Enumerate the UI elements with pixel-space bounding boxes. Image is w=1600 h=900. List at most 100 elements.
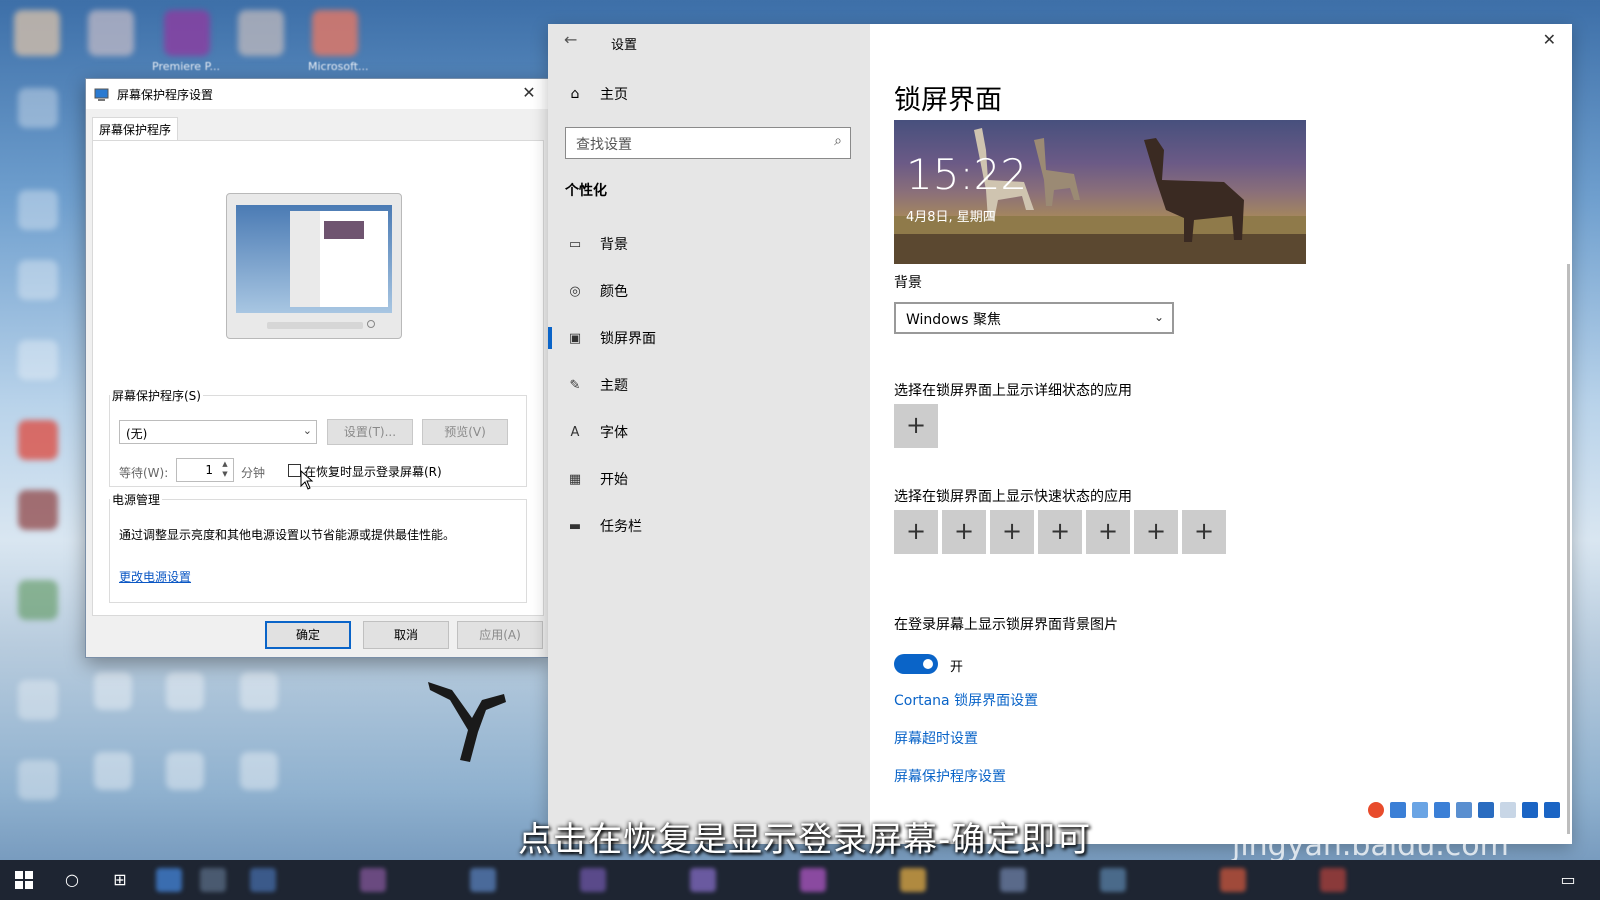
- taskbar-app-icon[interactable]: [1320, 868, 1346, 892]
- start-button[interactable]: [0, 860, 48, 900]
- nav-item-start[interactable]: ▦ 开始: [564, 464, 854, 494]
- change-power-settings-link[interactable]: 更改电源设置: [119, 568, 191, 585]
- monitor-preview-screen: [236, 205, 392, 313]
- add-quick-app-button[interactable]: +: [1086, 510, 1130, 554]
- app-tray-icon[interactable]: [1434, 802, 1450, 818]
- cancel-button[interactable]: 取消: [363, 621, 449, 649]
- taskbar-app-icon[interactable]: [360, 868, 386, 892]
- tab-screensaver[interactable]: 屏幕保护程序: [92, 117, 179, 141]
- screensaver-select[interactable]: (无) ⌄: [119, 420, 317, 444]
- lock-preview-time: 15:22: [906, 150, 1028, 199]
- task-view-icon[interactable]: ⊞: [96, 860, 144, 900]
- taskbar-app-icon[interactable]: [156, 868, 182, 892]
- desktop-icon[interactable]: [18, 340, 58, 380]
- taskbar-app-icon[interactable]: [1220, 868, 1246, 892]
- shirt-icon[interactable]: [1522, 802, 1538, 818]
- nav-item-fonts[interactable]: A 字体: [564, 417, 854, 447]
- nav-item-lock-screen[interactable]: ▣ 锁屏界面: [548, 323, 854, 353]
- app-tray-icon[interactable]: [1368, 802, 1384, 818]
- taskbar-icon: ▬: [568, 518, 582, 534]
- taskbar-app-icon[interactable]: [800, 868, 826, 892]
- search-input[interactable]: 查找设置 ⌕: [565, 127, 851, 159]
- picture-icon: ▭: [568, 236, 582, 252]
- grid-icon[interactable]: [1544, 802, 1560, 818]
- cortana-lock-settings-link[interactable]: Cortana 锁屏界面设置: [894, 690, 1038, 710]
- stepper-down-icon[interactable]: ▼: [218, 470, 232, 480]
- app-tray-icon[interactable]: [1412, 802, 1428, 818]
- taskbar-app-icon[interactable]: [250, 868, 276, 892]
- wait-unit: 分钟: [241, 466, 266, 480]
- user-icon[interactable]: [1500, 802, 1516, 818]
- taskbar-app-icon[interactable]: [580, 868, 606, 892]
- background-label: 背景: [894, 275, 922, 291]
- app-tray-icon[interactable]: [1456, 802, 1472, 818]
- desktop-icon[interactable]: [18, 490, 58, 530]
- desktop-icon[interactable]: [18, 760, 58, 800]
- wait-stepper[interactable]: 1 ▲ ▼: [176, 458, 234, 482]
- nav-item-background[interactable]: ▭ 背景: [564, 229, 854, 259]
- taskbar-app-icon[interactable]: [900, 868, 926, 892]
- desktop-icon[interactable]: [14, 10, 60, 56]
- ok-button[interactable]: 确定: [265, 621, 351, 649]
- screensaver-settings-link[interactable]: 屏幕保护程序设置: [894, 766, 1006, 786]
- desktop-icon[interactable]: [18, 680, 58, 720]
- search-icon[interactable]: ⌕: [834, 133, 842, 149]
- taskbar-app-icon[interactable]: [470, 868, 496, 892]
- show-bg-toggle[interactable]: [894, 654, 938, 674]
- palette-icon: ◎: [569, 283, 581, 299]
- desktop-icon[interactable]: [88, 10, 134, 56]
- stepper-up-icon[interactable]: ▲: [218, 460, 232, 470]
- add-detail-app-button[interactable]: +: [894, 404, 938, 448]
- add-quick-app-button[interactable]: +: [894, 510, 938, 554]
- add-quick-app-button[interactable]: +: [1182, 510, 1226, 554]
- screen-timeout-settings-link[interactable]: 屏幕超时设置: [894, 728, 978, 748]
- nav-item-themes[interactable]: ✎ 主题: [564, 370, 854, 400]
- close-icon[interactable]: ✕: [518, 83, 540, 102]
- taskbar-app-icon[interactable]: [690, 868, 716, 892]
- premiere-icon[interactable]: [164, 10, 210, 56]
- back-arrow-icon[interactable]: ←: [564, 30, 577, 49]
- detail-apps-label: 选择在锁屏界面上显示详细状态的应用: [894, 383, 1132, 399]
- taskbar-app-icon[interactable]: [1100, 868, 1126, 892]
- desktop-icon[interactable]: [166, 752, 204, 790]
- close-icon[interactable]: ✕: [1543, 30, 1556, 49]
- apply-button[interactable]: 应用(A): [457, 621, 543, 649]
- desktop-icon[interactable]: [18, 580, 58, 620]
- desktop-icon[interactable]: [18, 260, 58, 300]
- theme-brush-icon: ✎: [569, 377, 581, 393]
- desktop-icon[interactable]: [94, 752, 132, 790]
- desktop-icon[interactable]: [240, 672, 278, 710]
- app-tray-icon[interactable]: [1390, 802, 1406, 818]
- lock-preview-date: 4月8日, 星期四: [906, 210, 996, 225]
- desktop-icon[interactable]: [166, 672, 204, 710]
- nav-item-colors[interactable]: ◎ 颜色: [564, 276, 854, 306]
- nav-item-taskbar[interactable]: ▬ 任务栏: [564, 511, 854, 541]
- desktop-icon-label: Premiere P...: [152, 60, 220, 73]
- add-quick-app-button[interactable]: +: [990, 510, 1034, 554]
- nav-home[interactable]: ⌂ 主页: [564, 84, 628, 104]
- add-quick-app-button[interactable]: +: [1038, 510, 1082, 554]
- taskbar-app-icon[interactable]: [1000, 868, 1026, 892]
- dialog-titlebar[interactable]: 屏幕保护程序设置 ✕: [86, 79, 548, 109]
- settings-button[interactable]: 设置(T)...: [327, 419, 413, 445]
- nav-item-label: 任务栏: [600, 519, 642, 535]
- desktop-icon[interactable]: [18, 420, 58, 460]
- desktop-icon[interactable]: [94, 672, 132, 710]
- desktop-icon[interactable]: [238, 10, 284, 56]
- section-title: 个性化: [565, 183, 607, 199]
- microsoft-app-icon[interactable]: [312, 10, 358, 56]
- preview-button[interactable]: 预览(V): [422, 419, 508, 445]
- taskbar-app-icon[interactable]: [200, 868, 226, 892]
- add-quick-app-button[interactable]: +: [1134, 510, 1178, 554]
- keyboard-icon[interactable]: [1478, 802, 1494, 818]
- resume-login-label[interactable]: 在恢复时显示登录屏幕(R): [304, 463, 442, 480]
- scrollbar[interactable]: [1567, 264, 1570, 834]
- desktop-icon[interactable]: [240, 752, 278, 790]
- desktop-icon[interactable]: [18, 88, 58, 128]
- notification-icon[interactable]: ▭: [1544, 860, 1592, 900]
- search-circle-icon[interactable]: ○: [48, 860, 96, 900]
- background-dropdown[interactable]: Windows 聚焦 ⌄: [894, 302, 1174, 334]
- add-quick-app-button[interactable]: +: [942, 510, 986, 554]
- wait-value: 1: [205, 463, 213, 477]
- desktop-icon[interactable]: [18, 190, 58, 230]
